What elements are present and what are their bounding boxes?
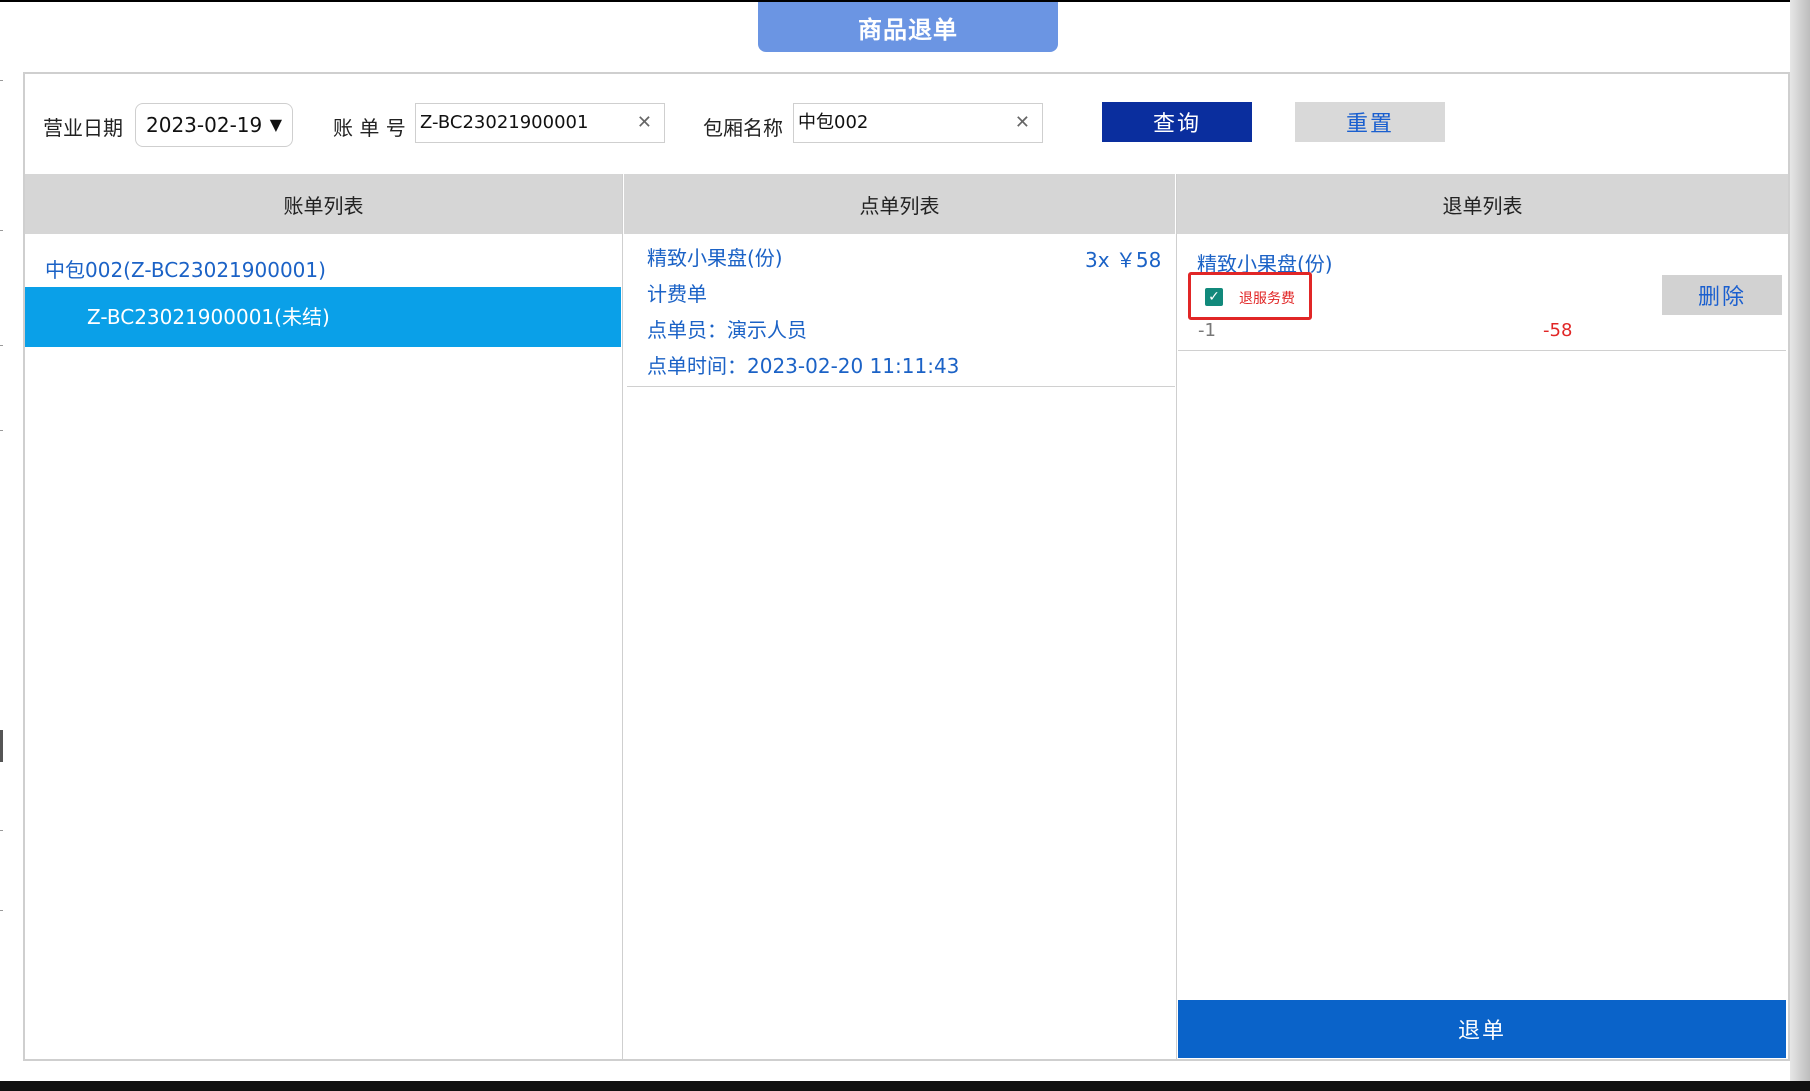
dialog-title: 商品退单: [758, 2, 1058, 52]
clear-icon[interactable]: ✕: [637, 104, 652, 142]
bill-number-value: Z-BC23021900001: [420, 112, 589, 133]
dropdown-arrow-icon: ▼: [269, 115, 282, 134]
background-tick: [0, 730, 3, 762]
background-tick: [0, 430, 3, 431]
bill-group-item[interactable]: 中包002(Z-BC23021900001): [45, 254, 326, 283]
search-bar: 营业日期 2023-02-19 ▼ 账 单 号 Z-BC23021900001 …: [25, 74, 1788, 174]
bill-list-header: 账单列表: [25, 174, 622, 234]
order-item-staff: 点单员：演示人员: [647, 318, 807, 342]
submit-refund-button[interactable]: 退单: [1178, 1000, 1786, 1058]
order-item-time: 点单时间：2023-02-20 11:11:43: [647, 354, 960, 378]
order-list-header: 点单列表: [624, 174, 1175, 234]
reset-button[interactable]: 重置: [1295, 102, 1445, 142]
background-tick: [0, 80, 3, 81]
business-date-value: 2023-02-19: [146, 113, 263, 137]
bill-number-label: 账 单 号: [333, 116, 406, 140]
background-tick: [0, 830, 3, 831]
page: 商品退单 营业日期 2023-02-19 ▼ 账 单 号 Z-BC2302190…: [0, 0, 1810, 1091]
check-icon: ✓: [1208, 289, 1220, 305]
order-item-divider: [627, 386, 1175, 387]
order-item-name[interactable]: 精致小果盘(份): [647, 242, 783, 271]
refund-service-fee-label[interactable]: 退服务费: [1239, 288, 1295, 308]
refund-item-divider: [1178, 350, 1786, 351]
delete-button[interactable]: 删除: [1662, 275, 1782, 315]
column-divider: [622, 174, 623, 1059]
background-tick: [0, 230, 3, 231]
business-date-label: 营业日期: [43, 116, 123, 140]
refund-dialog: 营业日期 2023-02-19 ▼ 账 单 号 Z-BC23021900001 …: [23, 72, 1790, 1061]
window-edge: [1790, 0, 1810, 1081]
background-tick: [0, 345, 3, 346]
background-tick: [0, 910, 3, 911]
refund-item-qty: -1: [1198, 320, 1216, 341]
business-date-select[interactable]: 2023-02-19 ▼: [135, 103, 293, 147]
order-item-qty-price: 3x ￥58: [1085, 248, 1162, 272]
bill-item-selected[interactable]: Z-BC23021900001(未结): [25, 287, 621, 347]
order-item-type: 计费单: [647, 282, 707, 306]
clear-icon[interactable]: ✕: [1015, 104, 1030, 142]
room-name-value: 中包002: [798, 112, 869, 133]
refund-item-amount: -58: [1543, 320, 1573, 341]
refund-service-fee-checkbox[interactable]: ✓: [1205, 288, 1223, 306]
refund-list-header: 退单列表: [1177, 174, 1788, 234]
room-name-input[interactable]: 中包002 ✕: [793, 103, 1043, 143]
query-button[interactable]: 查询: [1102, 102, 1252, 142]
column-divider: [1176, 174, 1177, 1059]
bottom-border: [0, 1081, 1810, 1091]
room-name-label: 包厢名称: [703, 116, 783, 140]
bill-number-input[interactable]: Z-BC23021900001 ✕: [415, 103, 665, 143]
